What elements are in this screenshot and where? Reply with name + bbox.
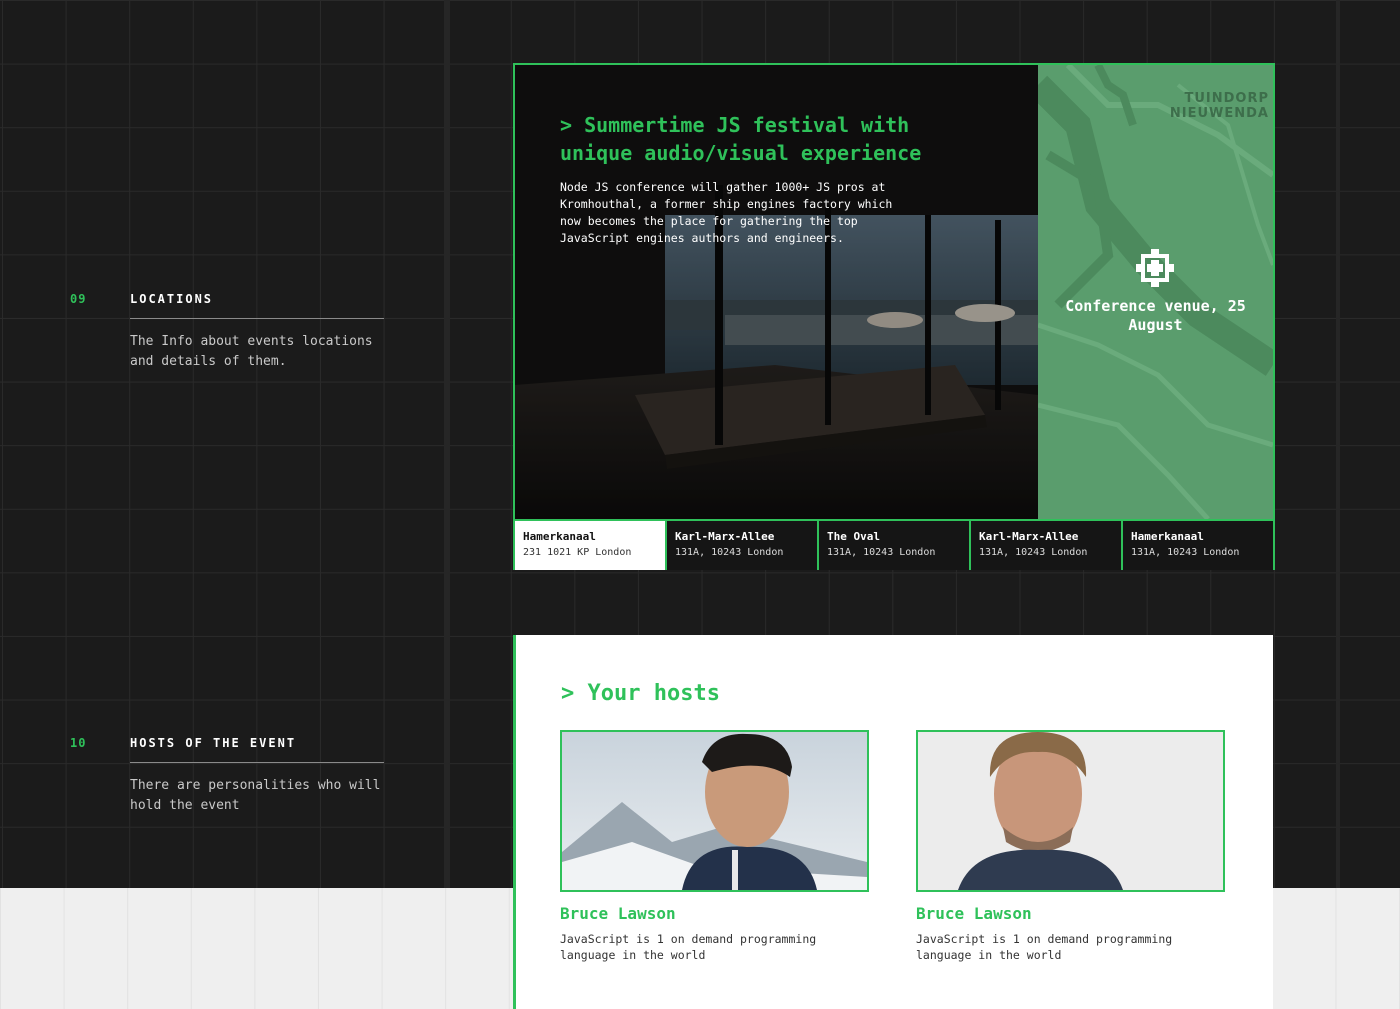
- host-bio: JavaScript is 1 on demand programming la…: [560, 932, 817, 962]
- host-card[interactable]: Bruce Lawson JavaScript is 1 on demand p…: [560, 730, 869, 963]
- host-name: Bruce Lawson: [560, 904, 676, 923]
- tab-address: 231 1021 KP London: [523, 547, 632, 558]
- venue-photo: > Summertime JS festival with unique aud…: [515, 65, 1038, 519]
- hosts-heading: > Your hosts: [561, 681, 720, 706]
- tab-name: Hamerkanaal: [1131, 530, 1204, 543]
- panel-divider-right: [1336, 0, 1340, 888]
- tab-name: Hamerkanaal: [523, 530, 596, 543]
- section-number: 09: [70, 292, 87, 306]
- map-streets: [1038, 65, 1273, 519]
- target-icon: [1136, 249, 1174, 287]
- location-tabs: Hamerkanaal 231 1021 KP London Karl-Marx…: [515, 519, 1273, 570]
- section-divider: [130, 318, 384, 319]
- host-photo: [560, 730, 869, 892]
- location-tab[interactable]: The Oval 131A, 10243 London: [817, 521, 969, 570]
- tab-address: 131A, 10243 London: [1131, 547, 1240, 558]
- hosts-card: > Your hosts Bruce Lawson JavaScript is …: [513, 635, 1273, 1009]
- location-card: > Summertime JS festival with unique aud…: [513, 63, 1275, 570]
- host-name: Bruce Lawson: [916, 904, 1032, 923]
- host-card[interactable]: Bruce Lawson JavaScript is 1 on demand p…: [916, 730, 1225, 963]
- section-description: There are personalities who will hold th…: [130, 778, 381, 813]
- panel-divider: [444, 0, 450, 888]
- location-tab[interactable]: Hamerkanaal 231 1021 KP London: [515, 521, 665, 570]
- location-tab[interactable]: Karl-Marx-Allee 131A, 10243 London: [665, 521, 817, 570]
- tab-name: Karl-Marx-Allee: [675, 530, 775, 543]
- section-title: HOSTS OF THE EVENT: [130, 736, 297, 750]
- host-bio: JavaScript is 1 on demand programming la…: [916, 932, 1173, 962]
- tab-address: 131A, 10243 London: [675, 547, 784, 558]
- map-area-label: TUINDORP NIEUWENDA: [1169, 91, 1269, 121]
- tab-name: Karl-Marx-Allee: [979, 530, 1079, 543]
- venue-map[interactable]: TUINDORP NIEUWENDA Conference venue, 25 …: [1038, 65, 1273, 519]
- host-photo: [916, 730, 1225, 892]
- section-number: 10: [70, 736, 87, 750]
- location-tab[interactable]: Karl-Marx-Allee 131A, 10243 London: [969, 521, 1121, 570]
- venue-caption: Conference venue, 25 August: [1065, 297, 1246, 334]
- section-title: LOCATIONS: [130, 292, 214, 306]
- location-heading: > Summertime JS festival with unique aud…: [560, 113, 922, 165]
- section-divider: [130, 762, 384, 763]
- tab-address: 131A, 10243 London: [827, 547, 936, 558]
- tab-address: 131A, 10243 London: [979, 547, 1088, 558]
- location-tab[interactable]: Hamerkanaal 131A, 10243 London: [1121, 521, 1273, 570]
- section-description: The Info about events locations and deta…: [130, 334, 373, 369]
- location-description: Node JS conference will gather 1000+ JS …: [560, 180, 893, 245]
- tab-name: The Oval: [827, 530, 880, 543]
